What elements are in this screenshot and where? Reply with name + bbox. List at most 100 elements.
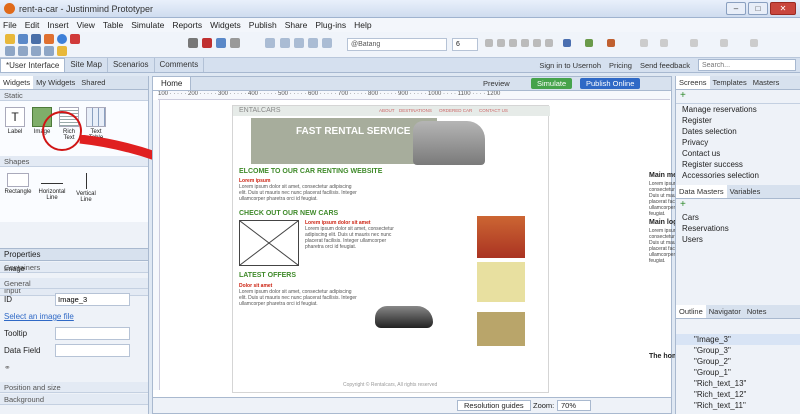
new-icon[interactable] <box>5 34 15 44</box>
publish-icon[interactable] <box>57 34 67 44</box>
tab-data-masters[interactable]: Data Masters <box>676 185 727 198</box>
tab-navigator[interactable]: Navigator <box>706 305 744 318</box>
tab-widgets[interactable]: Widgets <box>0 76 34 89</box>
font-size-select[interactable]: 6 <box>452 38 478 51</box>
add-data-master-icon[interactable]: + <box>676 199 800 212</box>
tab-scenarios[interactable]: Scenarios <box>108 58 155 72</box>
tab-screens[interactable]: Screens <box>676 76 710 89</box>
cut-icon[interactable] <box>188 38 198 48</box>
screen-manage-reservations[interactable]: Manage reservations <box>676 104 800 115</box>
position-section[interactable]: Position and size <box>0 382 148 393</box>
menu-edit[interactable]: Edit <box>25 20 40 30</box>
mock-nav-about[interactable]: ABOUT <box>379 108 395 113</box>
tab-my-widgets[interactable]: My Widgets <box>33 76 78 89</box>
screen-privacy[interactable]: Privacy <box>676 137 800 148</box>
fill-color-icon[interactable] <box>585 39 593 47</box>
pointer-icon[interactable] <box>294 38 304 48</box>
publish-online-button[interactable]: Publish Online <box>580 78 641 89</box>
menu-reports[interactable]: Reports <box>172 20 202 30</box>
screen-accessories-selection[interactable]: Accessories selection <box>676 170 800 181</box>
export-icon[interactable] <box>44 34 54 44</box>
distribute-icon[interactable] <box>660 39 668 47</box>
resolution-guides-button[interactable]: Resolution guides <box>457 400 531 411</box>
mock-image-placeholder[interactable] <box>239 220 299 266</box>
data-reservations[interactable]: Reservations <box>676 223 800 234</box>
zoom-icon[interactable] <box>280 38 290 48</box>
redo-icon[interactable] <box>18 46 28 56</box>
mock-nav-destinations[interactable]: DESTINATIONS <box>399 108 432 113</box>
data-users[interactable]: Users <box>676 234 800 245</box>
menu-widgets[interactable]: Widgets <box>210 20 241 30</box>
data-cars[interactable]: Cars <box>676 212 800 223</box>
preview-button[interactable]: Preview <box>483 79 510 88</box>
send-back-icon[interactable] <box>750 39 758 47</box>
outline-image-3[interactable]: "Image_3" <box>676 334 800 345</box>
outline-rich-text-11[interactable]: "Rich_text_11" <box>676 400 800 411</box>
select-image-link[interactable]: Select an image file <box>0 308 140 325</box>
copy-icon[interactable] <box>31 46 41 56</box>
menu-help[interactable]: Help <box>354 20 371 30</box>
menu-share[interactable]: Share <box>285 20 308 30</box>
mock-nav-ordered[interactable]: ORDERED CAR <box>439 108 472 113</box>
menu-view[interactable]: View <box>77 20 95 30</box>
align-left-icon[interactable] <box>521 39 529 47</box>
screen-dates-selection[interactable]: Dates selection <box>676 126 800 137</box>
simulate-button[interactable]: Simulate <box>531 78 573 89</box>
widget-rectangle[interactable]: Rectangle <box>4 173 32 195</box>
outline-group-3[interactable]: "Group_3" <box>676 345 800 356</box>
add-screen-icon[interactable]: + <box>676 90 800 104</box>
italic-icon[interactable] <box>497 39 505 47</box>
outline-rich-text-12[interactable]: "Rich_text_12" <box>676 389 800 400</box>
tab-templates[interactable]: Templates <box>710 76 750 89</box>
screen-register[interactable]: Register <box>676 115 800 126</box>
tab-comments[interactable]: Comments <box>155 58 205 72</box>
bring-front-icon[interactable] <box>720 39 728 47</box>
tab-variables[interactable]: Variables <box>727 185 764 198</box>
save-icon[interactable] <box>18 34 28 44</box>
paste-icon[interactable] <box>44 46 54 56</box>
background-section[interactable]: Background <box>0 394 148 405</box>
line-color-icon[interactable] <box>607 39 615 47</box>
sign-in-link[interactable]: Sign in to Usernoh <box>539 61 601 70</box>
tab-home[interactable]: Home <box>153 77 192 90</box>
maximize-button[interactable]: □ <box>748 2 768 15</box>
minimize-button[interactable]: – <box>726 2 746 15</box>
pricing-link[interactable]: Pricing <box>609 61 632 70</box>
static-section[interactable]: Static <box>0 90 148 101</box>
datafield-select[interactable] <box>55 344 130 357</box>
menu-table[interactable]: Table <box>103 20 123 30</box>
tab-site-map[interactable]: Site Map <box>65 58 108 72</box>
feedback-link[interactable]: Send feedback <box>640 61 690 70</box>
outline-rich-text-13[interactable]: "Rich_text_13" <box>676 378 800 389</box>
tab-outline[interactable]: Outline <box>676 305 706 318</box>
tab-masters[interactable]: Masters <box>750 76 783 89</box>
tab-notes[interactable]: Notes <box>744 305 770 318</box>
menu-simulate[interactable]: Simulate <box>131 20 164 30</box>
pen-icon[interactable] <box>308 38 318 48</box>
eyedropper-icon[interactable] <box>322 38 332 48</box>
id-field[interactable] <box>55 293 130 306</box>
menu-file[interactable]: File <box>3 20 17 30</box>
menu-publish[interactable]: Publish <box>249 20 277 30</box>
align-objects-icon[interactable] <box>640 39 648 47</box>
close-button[interactable]: ✕ <box>770 2 796 15</box>
menu-plugins[interactable]: Plug-ins <box>315 20 346 30</box>
text-color-icon[interactable] <box>563 39 571 47</box>
save-as-icon[interactable] <box>31 34 41 44</box>
delete-icon[interactable] <box>202 38 212 48</box>
zoom-select[interactable]: 70% <box>557 400 591 411</box>
format-painter-icon[interactable] <box>216 38 226 48</box>
align-center-icon[interactable] <box>533 39 541 47</box>
undo-icon[interactable] <box>5 46 15 56</box>
outline-group-1[interactable]: "Group_1" <box>676 367 800 378</box>
share-icon[interactable] <box>70 34 80 44</box>
widget-label[interactable]: T Label <box>4 107 26 135</box>
outline-group-2[interactable]: "Group_2" <box>676 356 800 367</box>
bold-icon[interactable] <box>485 39 493 47</box>
screen-register-success[interactable]: Register success <box>676 159 800 170</box>
underline-icon[interactable] <box>509 39 517 47</box>
tooltip-field[interactable] <box>55 327 130 340</box>
align-right-icon[interactable] <box>545 39 553 47</box>
link-icon[interactable] <box>230 38 240 48</box>
link-icon[interactable]: ⚭ <box>4 363 11 372</box>
